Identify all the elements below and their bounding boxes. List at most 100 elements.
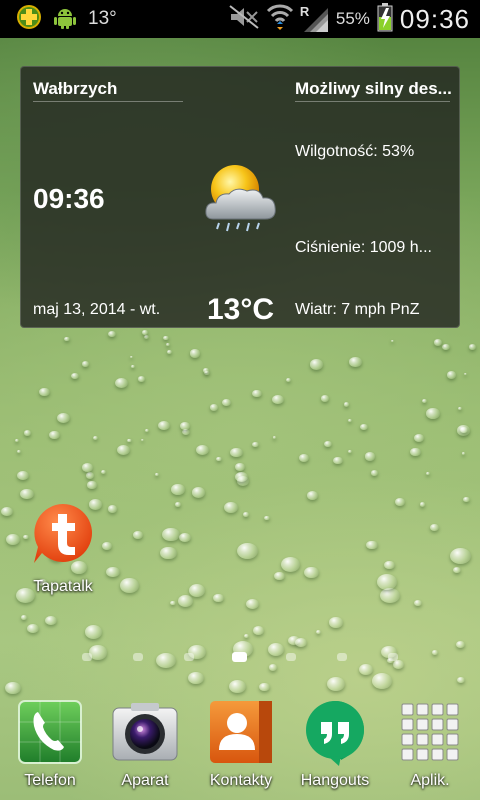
dock-label: Aparat xyxy=(121,772,169,789)
water-drop xyxy=(395,497,405,506)
page-dot[interactable] xyxy=(133,653,143,661)
water-drop xyxy=(56,413,70,424)
water-drop xyxy=(129,355,133,359)
water-drop xyxy=(120,578,139,593)
page-dot[interactable] xyxy=(388,653,398,661)
water-drop xyxy=(457,407,463,411)
water-drop xyxy=(221,399,231,407)
water-drop xyxy=(379,587,400,604)
water-drop xyxy=(263,515,270,521)
page-dot[interactable] xyxy=(337,653,347,661)
weather-time: 09:36 xyxy=(33,183,105,214)
battery-charging-icon xyxy=(376,2,394,37)
water-drop xyxy=(269,664,278,671)
weather-pressure: Ciśnienie: 1009 h... xyxy=(295,239,432,256)
tapatalk-icon xyxy=(30,500,96,566)
water-drop xyxy=(14,438,19,443)
water-drop xyxy=(44,615,58,625)
water-drop xyxy=(359,663,374,675)
water-drop xyxy=(413,433,425,442)
water-drop xyxy=(419,502,426,507)
water-drop xyxy=(160,546,177,560)
water-drop xyxy=(138,376,146,382)
dock-item-hangouts[interactable]: Hangouts xyxy=(287,698,383,790)
water-drop xyxy=(243,633,250,639)
water-drop xyxy=(26,623,39,634)
water-drop xyxy=(366,540,378,550)
dock-item-telefon[interactable]: Telefon xyxy=(2,698,98,790)
dock-label: Aplik. xyxy=(410,772,450,789)
water-drop xyxy=(141,438,145,442)
water-drop xyxy=(429,523,439,531)
water-drop xyxy=(158,420,171,431)
dock-item-aplikacje[interactable]: Aplik. xyxy=(382,698,478,790)
water-drop xyxy=(364,452,376,461)
water-drop xyxy=(209,404,219,411)
water-drop xyxy=(235,462,245,471)
water-drop xyxy=(155,473,159,476)
water-drop xyxy=(144,428,150,433)
dock: Telefon Aparat Kontakty Hangouts Aplik. xyxy=(0,690,480,800)
water-drop xyxy=(188,584,205,597)
water-drop xyxy=(93,436,99,440)
weather-city: Wałbrzych xyxy=(33,79,118,98)
dock-label: Telefon xyxy=(24,772,76,789)
divider xyxy=(295,101,450,102)
water-drop xyxy=(320,395,329,402)
water-drop xyxy=(188,672,205,685)
weather-date: maj 13, 2014 - wt. xyxy=(33,301,161,318)
water-drop xyxy=(133,531,143,539)
water-drop xyxy=(170,600,176,606)
water-drop xyxy=(195,444,210,456)
water-drop xyxy=(179,421,190,430)
water-drop xyxy=(370,469,378,476)
water-drop xyxy=(166,349,172,354)
dock-item-aparat[interactable]: Aparat xyxy=(97,698,193,790)
water-drop xyxy=(327,676,346,691)
water-drop xyxy=(162,527,180,542)
water-drop xyxy=(100,470,106,475)
page-dot[interactable] xyxy=(286,653,296,661)
water-drop xyxy=(84,625,102,639)
status-temperature: 13° xyxy=(88,8,117,29)
water-drop xyxy=(450,547,471,564)
water-drop xyxy=(245,598,260,610)
hangouts-icon xyxy=(301,698,369,766)
status-clock: 09:36 xyxy=(399,3,470,34)
weather-widget[interactable]: Wałbrzych Możliwy silny des... 09:36 Wil… xyxy=(20,66,460,328)
weather-app-notification-icon xyxy=(16,4,42,35)
page-indicator[interactable] xyxy=(0,650,480,664)
battery-percent: 55% xyxy=(335,9,370,28)
water-drop xyxy=(425,471,431,476)
water-drop xyxy=(457,677,466,684)
water-drop xyxy=(452,566,461,573)
status-bar[interactable]: 13° R 55% 09:36 xyxy=(0,0,480,38)
water-drop xyxy=(143,335,149,339)
page-dot-active[interactable] xyxy=(232,652,247,662)
water-drop xyxy=(468,344,476,350)
water-drop xyxy=(179,533,191,543)
water-drop xyxy=(189,349,201,358)
water-drop xyxy=(237,542,258,559)
water-drop xyxy=(349,357,362,367)
water-drop xyxy=(295,638,307,648)
water-drop xyxy=(251,441,260,448)
water-drop xyxy=(178,595,194,608)
divider xyxy=(33,101,183,102)
android-debug-icon xyxy=(52,4,78,35)
water-drop xyxy=(324,440,332,447)
water-drop xyxy=(433,339,443,346)
page-dot[interactable] xyxy=(82,653,92,661)
dock-label: Kontakty xyxy=(209,772,273,789)
water-drop xyxy=(107,330,116,337)
app-tapatalk[interactable]: Tapatalk xyxy=(18,500,108,596)
water-drop xyxy=(17,450,22,454)
water-drop xyxy=(274,572,285,581)
mute-icon xyxy=(228,4,260,35)
water-drop xyxy=(329,617,343,628)
water-drop xyxy=(64,336,70,342)
dock-item-kontakty[interactable]: Kontakty xyxy=(193,698,289,790)
water-drop xyxy=(410,448,421,457)
page-dot[interactable] xyxy=(184,653,194,661)
water-drop xyxy=(461,452,466,456)
